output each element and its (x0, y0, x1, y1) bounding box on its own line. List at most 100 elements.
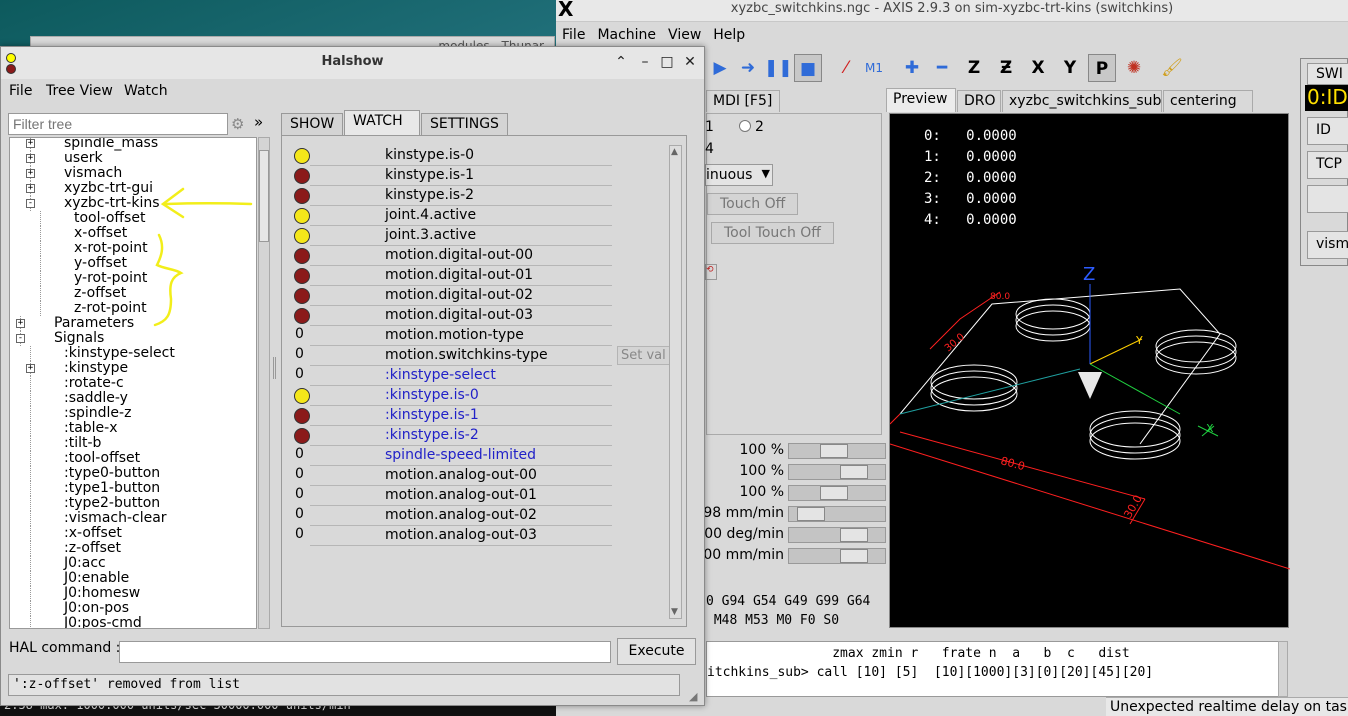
spindle-override-slider[interactable] (788, 485, 886, 501)
console-scrollbar[interactable] (1278, 641, 1288, 697)
watch-row[interactable]: joint.4.active (282, 206, 612, 226)
identity-button[interactable]: ID (1307, 117, 1348, 145)
watch-row[interactable]: motion.digital-out-03 (282, 306, 612, 326)
watch-row[interactable]: motion.digital-out-02 (282, 286, 612, 306)
optional-stop-icon[interactable]: M1 (860, 54, 888, 82)
watch-row[interactable]: kinstype.is-0 (282, 146, 612, 166)
jog-speed-slider[interactable] (788, 506, 886, 522)
tab-settings[interactable]: SETTINGS (421, 113, 508, 135)
scroll-up-icon[interactable]: ▲ (671, 147, 678, 157)
rotate-view-icon[interactable]: ✺ (1120, 54, 1148, 82)
slider-knob[interactable] (840, 549, 868, 563)
tree-node[interactable]: :tilt-b (10, 436, 256, 451)
tab-mdi[interactable]: MDI [F5] (706, 90, 780, 112)
tree-node[interactable]: +:kinstype (10, 361, 256, 376)
tab-dro[interactable]: DRO (957, 90, 1001, 112)
watch-row[interactable]: 0 motion.analog-out-02 (282, 506, 612, 526)
slider-knob[interactable] (840, 528, 868, 542)
angular-jog-slider[interactable] (788, 527, 886, 543)
watch-row[interactable]: 0 motion.switchkins-type Set val (282, 346, 670, 366)
expand-icon[interactable]: + (26, 139, 35, 148)
halshow-menu-watch[interactable]: Watch (124, 83, 168, 99)
mdi-console[interactable]: zmax zmin r frate n a b c dist itchkins_s… (706, 641, 1286, 697)
expand-more-button[interactable]: » (254, 113, 263, 131)
tree-node[interactable]: J0:enable (10, 571, 256, 586)
zoom-out-icon[interactable]: ━ (928, 54, 956, 82)
preview-canvas[interactable]: 0: 0.0000 1: 0.0000 2: 0.0000 3: 0.0000 4: 0… (889, 113, 1290, 628)
slider-knob[interactable] (820, 444, 848, 458)
tree-node[interactable]: :kinstype-select (10, 346, 256, 361)
hal-command-input[interactable] (119, 641, 611, 663)
view-x-icon[interactable]: X (1024, 54, 1052, 82)
pane-splitter[interactable] (273, 357, 276, 379)
expand-icon[interactable]: + (26, 169, 35, 178)
expand-icon[interactable]: + (26, 184, 35, 193)
watch-row[interactable]: 0 motion.analog-out-03 (282, 526, 612, 546)
view-z-icon[interactable]: Z (960, 54, 988, 82)
watch-row[interactable]: 0:kinstype-select (282, 366, 612, 386)
feed-override-slider[interactable] (788, 443, 886, 459)
tree-node[interactable]: + spindle_mass (10, 138, 256, 151)
tree-node[interactable]: :table-x (10, 421, 256, 436)
touch-off-button[interactable]: Touch Off (707, 193, 799, 215)
tree-node[interactable]: :type2-button (10, 496, 256, 511)
tab-watch[interactable]: WATCH (344, 110, 420, 135)
maximize-icon[interactable]: □ (657, 52, 677, 72)
axis-menu-view[interactable]: View (662, 24, 707, 46)
tab-centering[interactable]: centering (1163, 90, 1253, 112)
watch-row[interactable]: :kinstype.is-2 (282, 426, 612, 446)
expand-icon[interactable]: + (26, 364, 35, 373)
tree-node[interactable]: :spindle-z (10, 406, 256, 421)
axis-menu-file[interactable]: File (556, 24, 591, 46)
filter-tree-input[interactable] (8, 113, 228, 135)
stop-icon[interactable]: ■ (794, 54, 822, 82)
expand-icon[interactable]: + (16, 319, 25, 328)
slider-knob[interactable] (840, 465, 868, 479)
tab-show[interactable]: SHOW (281, 113, 343, 135)
tree-node[interactable]: J0:on-pos (10, 601, 256, 616)
axis-menu-help[interactable]: Help (707, 24, 751, 46)
run-icon[interactable]: ▶ (706, 54, 734, 82)
pause-icon[interactable]: ❚❚ (764, 54, 793, 82)
zoom-in-icon[interactable]: ✚ (898, 54, 926, 82)
tree-node[interactable]: :saddle-y (10, 391, 256, 406)
view-z2-icon[interactable]: Ƶ (992, 54, 1020, 82)
watch-row[interactable]: motion.digital-out-00 (282, 246, 612, 266)
collapse-icon[interactable]: - (26, 199, 35, 208)
watch-row[interactable]: 0 motion.analog-out-01 (282, 486, 612, 506)
clear-plot-icon[interactable]: 🖌 (1158, 54, 1186, 82)
watch-row[interactable]: motion.digital-out-01 (282, 266, 612, 286)
tab-xyzbc-switchkins-sub[interactable]: xyzbc_switchkins_sub (1002, 90, 1162, 112)
tree-node[interactable]: :tool-offset (10, 451, 256, 466)
chevron-up-icon[interactable]: ⌃ (611, 52, 631, 72)
watch-row[interactable]: :kinstype.is-0 (282, 386, 612, 406)
tcp-button[interactable]: TCP (1307, 151, 1348, 179)
radio-2[interactable] (739, 120, 751, 132)
watch-scrollbar[interactable]: ▲ ▼ (669, 145, 682, 619)
rapid-override-slider[interactable] (788, 464, 886, 480)
tree-node[interactable]: :type1-button (10, 481, 256, 496)
tree-node[interactable]: J0:homesw (10, 586, 256, 601)
halshow-menu-tree-view[interactable]: Tree View (46, 83, 113, 99)
axis-title-bar[interactable]: xyzbc_switchkins.ngc - AXIS 2.9.3 on sim… (556, 0, 1348, 22)
tree-node[interactable]: :type0-button (10, 466, 256, 481)
switchkins-button[interactable]: SWI (1307, 63, 1348, 85)
set-value-button[interactable]: Set val (617, 346, 670, 365)
execute-button[interactable]: Execute (617, 638, 696, 665)
halshow-title-bar[interactable]: Halshow (1, 47, 704, 79)
collapse-icon[interactable]: - (16, 334, 25, 343)
watch-row[interactable]: 0 spindle-speed-limited (282, 446, 612, 466)
watch-row[interactable]: kinstype.is-1 (282, 166, 612, 186)
tree-node[interactable]: :x-offset (10, 526, 256, 541)
tree-node[interactable]: J0:pos-cmd (10, 616, 256, 628)
step-icon[interactable]: ➜ (734, 54, 762, 82)
close-icon[interactable]: ✕ (680, 52, 700, 72)
tree-node[interactable]: + userk (10, 151, 256, 166)
view-y-icon[interactable]: Y (1056, 54, 1084, 82)
resize-grip-icon[interactable]: ◢ (689, 690, 697, 703)
watch-row[interactable]: kinstype.is-2 (282, 186, 612, 206)
partial-icon[interactable]: ⟲ (705, 264, 717, 280)
expand-icon[interactable]: + (26, 154, 35, 163)
view-p-icon[interactable]: P (1088, 54, 1116, 82)
minimize-icon[interactable]: – (635, 52, 655, 72)
